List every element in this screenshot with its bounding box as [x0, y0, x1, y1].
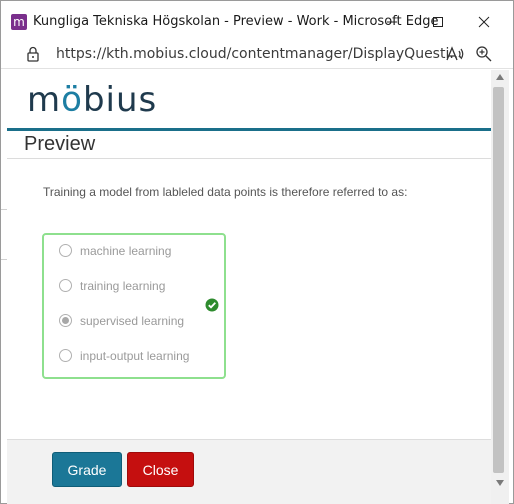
logo-accent: ö: [61, 80, 83, 120]
choice-label: supervised learning: [80, 314, 185, 328]
maximize-button[interactable]: [415, 6, 461, 38]
vertical-scrollbar[interactable]: [491, 70, 509, 504]
maximize-icon: [433, 17, 443, 27]
choice-label: input-output learning: [80, 349, 190, 363]
radio-button[interactable]: [59, 244, 72, 257]
choice-label: training learning: [80, 279, 166, 293]
dialog-footer: Grade Close: [7, 439, 491, 504]
lock-icon[interactable]: [26, 46, 40, 62]
logo-prefix: m: [27, 80, 62, 120]
preview-header: Preview: [7, 131, 491, 159]
scrollbar-thumb[interactable]: [493, 87, 504, 473]
minimize-icon: [387, 21, 397, 23]
grade-button[interactable]: Grade: [52, 452, 122, 487]
close-window-button[interactable]: [461, 6, 507, 38]
radio-button[interactable]: [59, 279, 72, 292]
scroll-down-icon[interactable]: [496, 480, 504, 486]
radio-button[interactable]: [59, 349, 72, 362]
app-icon: m: [11, 14, 27, 30]
mobius-logo: möbius: [27, 80, 157, 120]
logo-suffix: bius: [82, 80, 158, 120]
scroll-up-icon[interactable]: [496, 74, 504, 80]
close-button[interactable]: Close: [127, 452, 194, 487]
address-bar[interactable]: https://kth.mobius.cloud/contentmanager/…: [1, 41, 513, 69]
check-circle-icon: [205, 298, 219, 312]
url-text[interactable]: https://kth.mobius.cloud/contentmanager/…: [56, 46, 463, 62]
question-text: Training a model from lableled data poin…: [43, 185, 408, 199]
title-bar[interactable]: m Kungliga Tekniska Högskolan - Preview …: [1, 1, 513, 41]
choice-label: machine learning: [80, 244, 172, 258]
page-title: Preview: [24, 133, 96, 155]
zoom-icon[interactable]: [475, 45, 493, 63]
radio-button-selected[interactable]: [59, 314, 72, 327]
minimize-button[interactable]: [369, 6, 415, 38]
choice-group: machine learning training learning super…: [42, 233, 226, 379]
close-icon: [478, 16, 490, 28]
read-aloud-icon[interactable]: [445, 45, 465, 63]
browser-window: m Kungliga Tekniska Högskolan - Preview …: [0, 0, 514, 504]
logo-area: möbius: [7, 70, 491, 128]
